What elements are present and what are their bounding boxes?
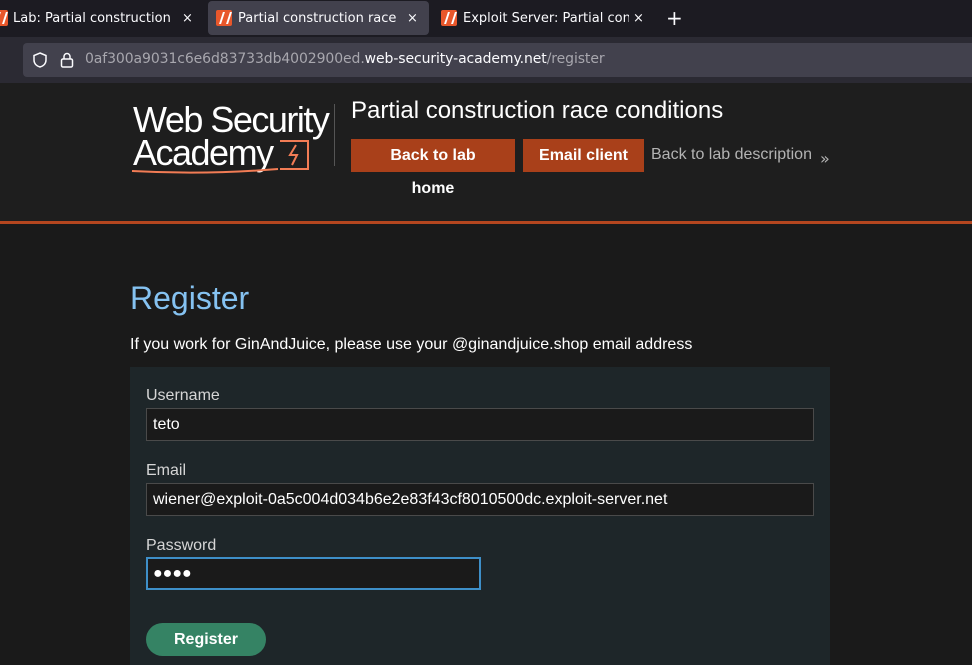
lab-title: Partial construction race conditions: [351, 97, 724, 124]
lab-header: Web Security Academy Partial constructio…: [0, 83, 972, 224]
lock-icon[interactable]: [60, 52, 74, 68]
tab-strip: Lab: Partial construction race condition…: [0, 0, 972, 37]
shield-icon[interactable]: [33, 52, 47, 68]
tab-label: Partial construction race conditions: [238, 10, 401, 26]
portswigger-favicon-icon: [0, 10, 8, 26]
navigation-bar: 0af300a9031c6e6d83733db4002900ed.web-sec…: [0, 37, 972, 83]
portswigger-favicon-icon: [216, 10, 232, 26]
register-form: Username teto Email wiener@exploit-0a5c0…: [130, 367, 830, 665]
url-prefix: 0af300a9031c6e6d83733db4002900ed.: [85, 51, 365, 67]
url-domain: web-security-academy.net: [364, 51, 547, 67]
logo-swoosh-icon: [131, 168, 279, 174]
tab-lab-active[interactable]: Partial construction race conditions ×: [208, 1, 429, 35]
tab-lab[interactable]: Lab: Partial construction race condition…: [0, 1, 200, 35]
register-note: If you work for GinAndJuice, please use …: [130, 336, 693, 353]
url-bar[interactable]: 0af300a9031c6e6d83733db4002900ed.web-sec…: [23, 43, 972, 77]
url-path: /register: [546, 51, 605, 67]
tab-label: Exploit Server: Partial construction rac…: [463, 10, 629, 26]
register-button[interactable]: Register: [146, 623, 266, 656]
close-tab-icon[interactable]: ×: [633, 11, 644, 26]
double-chevron-right-icon: »: [820, 149, 830, 168]
header-divider: [334, 104, 335, 166]
web-security-academy-logo[interactable]: Web Security Academy: [130, 101, 334, 175]
portswigger-favicon-icon: [441, 10, 457, 26]
close-tab-icon[interactable]: ×: [182, 11, 193, 26]
username-input[interactable]: teto: [146, 408, 814, 441]
url-text: 0af300a9031c6e6d83733db4002900ed.web-sec…: [85, 51, 605, 67]
tab-exploit-server[interactable]: Exploit Server: Partial construction rac…: [433, 1, 648, 35]
back-to-lab-home-button[interactable]: Back to lab home: [351, 139, 515, 197]
new-tab-button[interactable]: +: [666, 7, 683, 29]
page-content: Web Security Academy Partial constructio…: [0, 83, 972, 665]
email-input[interactable]: wiener@exploit-0a5c004d034b6e2e83f43cf80…: [146, 483, 814, 516]
email-label: Email: [146, 462, 187, 479]
password-input[interactable]: ●●●●: [146, 557, 481, 590]
password-label: Password: [146, 537, 217, 554]
logo-bolt-icon: [280, 140, 309, 170]
page-title: Register: [130, 280, 250, 316]
close-tab-icon[interactable]: ×: [407, 11, 418, 26]
tab-label: Lab: Partial construction race condition…: [13, 10, 175, 26]
back-to-lab-description-link[interactable]: Back to lab description: [651, 146, 812, 164]
username-label: Username: [146, 387, 220, 404]
email-client-button[interactable]: Email client: [523, 139, 644, 172]
